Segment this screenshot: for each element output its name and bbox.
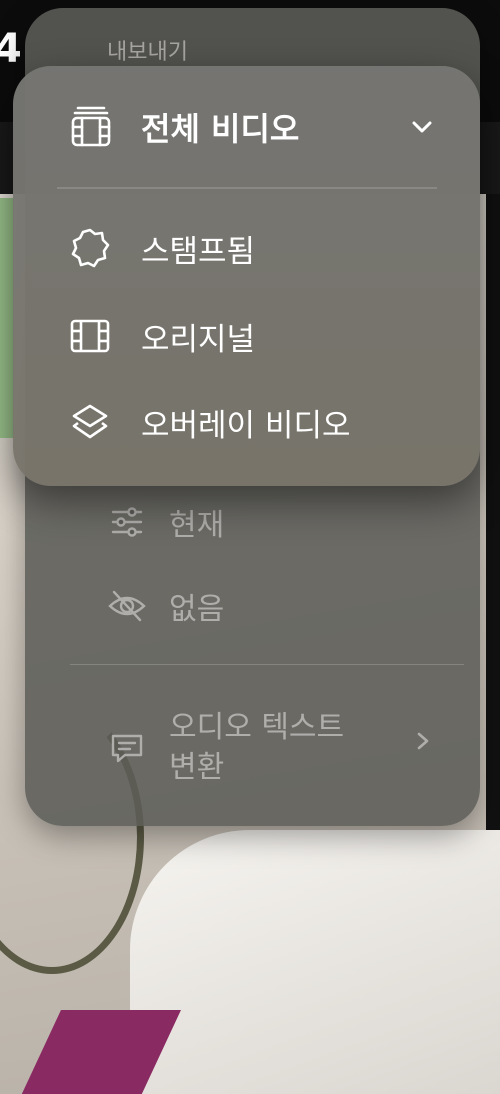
option-label: 스탬프됨 <box>141 233 256 270</box>
option-label: 오버레이 비디오 <box>141 407 351 444</box>
stacked-film-icon <box>71 106 111 147</box>
export-option-transcription[interactable]: 오디오 텍스트 변환 <box>107 708 369 788</box>
option-label: 오리지널 <box>141 321 256 358</box>
option-stamped[interactable]: 스탬프됨 <box>69 218 255 278</box>
export-menu-title: 내보내기 <box>107 40 188 65</box>
layers-icon <box>72 404 108 439</box>
back-menu-divider <box>70 664 464 665</box>
export-option-label: 오디오 텍스트 변환 <box>169 710 345 785</box>
badge-icon <box>71 228 110 268</box>
map-thumbnail <box>0 198 14 438</box>
video-type-selector[interactable]: 전체 비디오 <box>13 66 480 184</box>
option-overlay-video[interactable]: 오버레이 비디오 <box>69 392 351 452</box>
sliders-icon <box>111 507 143 537</box>
sink-shape <box>130 830 500 1094</box>
film-icon <box>70 319 110 353</box>
eye-slash-icon <box>108 590 146 622</box>
export-option-label: 현재 <box>169 508 225 543</box>
export-option-label: 없음 <box>169 592 225 627</box>
chevron-down-icon <box>412 121 432 133</box>
chat-bubble-icon <box>111 734 143 763</box>
video-type-menu: 전체 비디오 스탬프됨 오리지널 오버레이 비디오 <box>13 66 480 486</box>
chevron-right-icon <box>417 732 429 750</box>
option-original[interactable]: 오리지널 <box>69 306 255 366</box>
export-option-none[interactable]: 없음 <box>107 584 224 628</box>
selected-video-type: 전체 비디오 <box>141 110 300 148</box>
export-option-current[interactable]: 현재 <box>107 500 224 544</box>
menu-divider <box>57 187 437 189</box>
